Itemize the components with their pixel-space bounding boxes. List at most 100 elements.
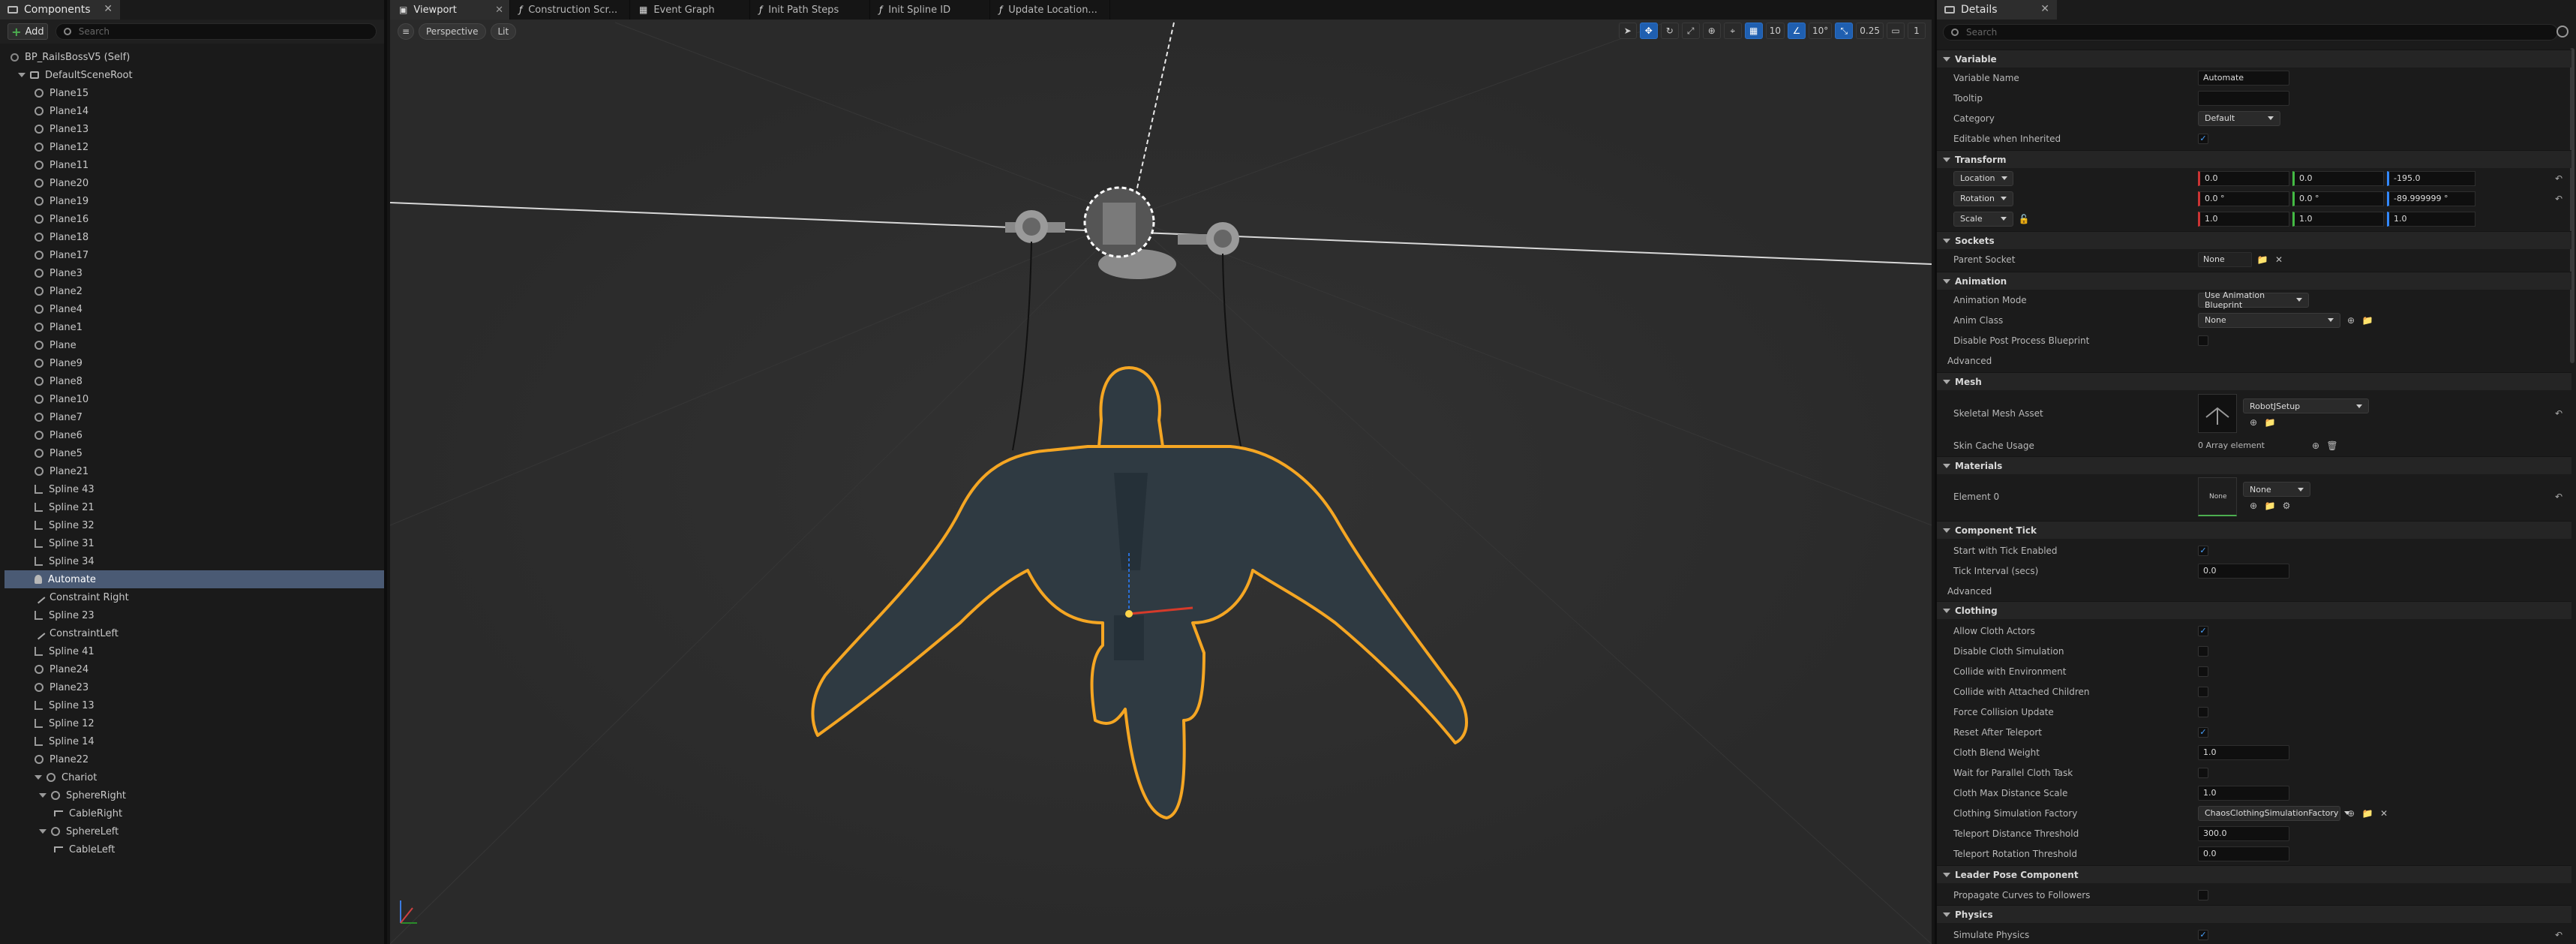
lock-icon[interactable]: 🔓 [2018,213,2030,225]
clothing-checkbox[interactable] [2198,666,2208,677]
clothing-checkbox[interactable] [2198,767,2208,778]
tab-components[interactable]: Components ✕ [0,0,120,20]
use-selected-icon[interactable]: ⊕ [2247,416,2259,428]
details-section-header[interactable]: Sockets [1937,231,2571,249]
tree-item[interactable]: Plane21 [5,462,384,480]
tree-item[interactable]: Plane2 [5,282,384,300]
editor-tab[interactable]: ƒ Init Spline ID [870,0,990,20]
use-selected-icon[interactable]: ⊕ [2247,500,2259,512]
tree-item[interactable]: ConstraintLeft [5,624,384,642]
tree-item[interactable]: BP_RailsBossV5 (Self) [5,48,384,66]
rotation-x-field[interactable]: 0.0 ° [2198,191,2289,206]
simulate-physics-checkbox[interactable]: ✓ [2198,929,2208,940]
advanced-row[interactable]: Advanced [1937,581,2571,601]
details-section-header[interactable]: Leader Pose Component [1937,865,2571,883]
perspective-button[interactable]: Perspective [419,23,486,40]
tree-item[interactable]: DefaultSceneRoot [5,66,384,84]
translate-tool-icon[interactable]: ✥ [1639,23,1658,39]
close-icon[interactable]: ✕ [495,5,503,16]
editor-tab[interactable]: ƒ Update Location... [990,0,1110,20]
tree-item[interactable]: Plane11 [5,156,384,174]
lit-button[interactable]: Lit [490,23,517,40]
camera-speed-value[interactable]: 1 [1908,23,1926,39]
viewport-panel[interactable]: ▣ Viewport ✕ ƒ Construction Scr... ▦ Event Gra… [390,0,1932,944]
location-mode-dropdown[interactable]: Location [1953,170,2013,186]
tab-details[interactable]: Details ✕ [1937,0,2057,20]
details-search-input[interactable]: Search [1943,24,2558,41]
tree-item[interactable]: Spline 31 [5,534,384,552]
tooltip-field[interactable] [2198,90,2289,106]
tree-item[interactable]: Plane12 [5,138,384,156]
use-selected-icon[interactable]: ⊕ [2345,314,2357,326]
rotation-mode-dropdown[interactable]: Rotation [1953,191,2013,206]
tree-item[interactable]: Spline 32 [5,516,384,534]
start-tick-checkbox[interactable]: ✓ [2198,545,2208,556]
variable-name-field[interactable]: Automate [2198,70,2289,86]
clear-icon[interactable]: ✕ [2378,807,2390,819]
tree-item[interactable]: Plane5 [5,444,384,462]
skeletal-mesh-dropdown[interactable]: RobotJSetup [2243,398,2369,413]
details-section-header[interactable]: Component Tick [1937,521,2571,539]
scale-snap-icon[interactable]: ⤡ [1835,23,1854,39]
camera-speed-icon[interactable]: ▭ [1887,23,1905,39]
tree-item[interactable]: Spline 13 [5,696,384,714]
tree-item[interactable]: Plane22 [5,750,384,768]
browse-icon[interactable]: 📁 [2264,416,2276,428]
details-section-header[interactable]: Variable [1937,50,2571,68]
viewport-menu-button[interactable]: ≡ [398,23,414,40]
editor-tab[interactable]: ƒ Construction Scr... [510,0,630,20]
category-dropdown[interactable]: Default [2198,110,2280,126]
add-element-icon[interactable]: ⊕ [2310,440,2322,452]
tree-item[interactable]: Plane18 [5,228,384,246]
rotation-snap-icon[interactable]: ∠ [1788,23,1806,39]
expand-arrow-icon[interactable] [39,793,47,798]
tree-item[interactable]: Plane13 [5,120,384,138]
tree-item[interactable]: Plane10 [5,390,384,408]
reset-to-default-icon[interactable]: ↶ [2555,492,2562,502]
tree-item[interactable]: Plane19 [5,192,384,210]
tree-item[interactable]: SphereRight [5,786,384,804]
grid-snap-icon[interactable]: ▦ [1744,23,1763,39]
tree-item[interactable]: Plane9 [5,354,384,372]
tree-item[interactable]: Plane [5,336,384,354]
details-section-header[interactable]: Transform [1937,150,2571,168]
animation-mode-dropdown[interactable]: Use Animation Blueprint [2198,290,2309,310]
tree-item[interactable]: Plane1 [5,318,384,336]
tree-item[interactable]: Plane7 [5,408,384,426]
mesh-thumbnail[interactable] [2198,394,2237,433]
tree-item[interactable]: Automate [5,570,384,588]
browse-icon[interactable]: 📁 [2264,500,2276,512]
location-z-field[interactable]: -195.0 [2387,170,2475,186]
location-x-field[interactable]: 0.0 [2198,170,2289,186]
location-y-field[interactable]: 0.0 [2292,170,2384,186]
tree-item[interactable]: Plane3 [5,264,384,282]
surface-snap-icon[interactable]: ⌖ [1723,23,1742,39]
tree-item[interactable]: Spline 23 [5,606,384,624]
tree-item[interactable]: Spline 43 [5,480,384,498]
propagate-curves-checkbox[interactable] [2198,889,2208,900]
expand-arrow-icon[interactable] [18,73,26,77]
clothing-checkbox[interactable] [2198,686,2208,697]
clothing-field[interactable]: 300.0 [2198,825,2289,841]
expand-arrow-icon[interactable] [39,829,47,834]
reset-to-default-icon[interactable]: ↶ [2555,194,2562,204]
clothing-field[interactable]: 1.0 [2198,785,2289,801]
viewport-scene[interactable] [390,0,1932,944]
details-section-header[interactable]: Mesh [1937,372,2571,390]
close-icon[interactable]: ✕ [2040,3,2049,15]
tree-item[interactable]: Plane16 [5,210,384,228]
clothing-checkbox[interactable] [2198,706,2208,717]
tree-item[interactable]: Plane17 [5,246,384,264]
details-section-header[interactable]: Materials [1937,456,2571,474]
clear-icon[interactable]: ✕ [2273,254,2285,266]
tick-interval-field[interactable]: 0.0 [2198,563,2289,579]
expand-arrow-icon[interactable] [35,775,42,780]
world-local-icon[interactable]: ⊕ [1702,23,1721,39]
tree-item[interactable]: Plane20 [5,174,384,192]
scale-snap-value[interactable]: 0.25 [1856,23,1884,39]
scale-tool-icon[interactable]: ⤢ [1681,23,1700,39]
details-section-header[interactable]: Animation [1937,272,2571,290]
tree-item[interactable]: Spline 41 [5,642,384,660]
add-component-button[interactable]: + Add [8,23,48,40]
disable-pp-checkbox[interactable] [2198,335,2208,346]
